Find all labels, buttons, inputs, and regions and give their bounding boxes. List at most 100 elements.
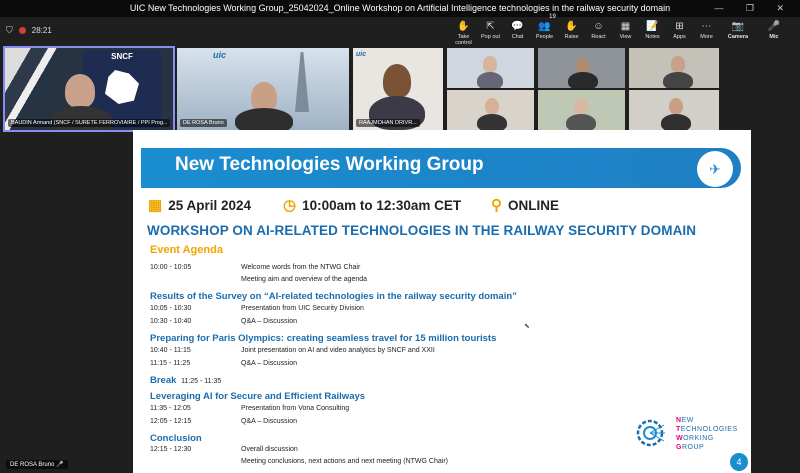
window-controls[interactable]: — ❐ ✕	[714, 0, 794, 17]
agenda-desc: Q&A – Discussion	[241, 318, 298, 325]
agenda-desc: Overall discussion	[241, 446, 298, 453]
react-icon: ☺	[593, 21, 604, 32]
participant-body	[477, 114, 507, 130]
agenda-section-title: Results of the Survey on “AI-related tec…	[150, 291, 517, 302]
participant-tile[interactable]	[447, 90, 534, 130]
participant-body	[661, 114, 691, 130]
toolbar-label: Chat	[511, 34, 524, 40]
participant-tile[interactable]	[629, 48, 719, 88]
presenter-name-tag: DE ROSA Bruno 🎤	[6, 460, 68, 469]
toolbar-label: Camera	[727, 34, 749, 40]
participant-face	[671, 56, 685, 72]
slide-page-number: 4	[730, 453, 748, 471]
agenda-section-title: Leveraging AI for Secure and Efficient R…	[150, 391, 366, 402]
participant-name: DE ROSA Bruno	[180, 119, 227, 127]
window-title: UIC New Technologies Working Group_25042…	[129, 3, 671, 13]
agenda-time: 12:05 - 12:15	[150, 418, 192, 425]
participant-tile[interactable]	[538, 90, 625, 130]
break-time: 11:25 - 11:35	[181, 378, 222, 385]
participant-body	[663, 72, 693, 88]
presenter-name: DE ROSA Bruno	[10, 462, 55, 468]
pop-out-icon: ⇱	[486, 21, 495, 32]
agenda-desc: Presentation from UIC Security Division	[241, 305, 364, 312]
raise-hand-button[interactable]: ✋ Raise	[558, 20, 585, 46]
ntwg-logo: NEW TECHNOLOGIES WORKING GROUP	[633, 414, 743, 454]
agenda-desc: Welcome words from the NTWG Chair	[241, 264, 361, 271]
participant-tile[interactable]	[538, 48, 625, 88]
people-button[interactable]: 👥 People 19	[531, 14, 558, 46]
react-button[interactable]: ☺ React	[585, 20, 612, 46]
slide-banner: New Technologies Working Group ✈	[141, 148, 741, 188]
mic-icon: 🎤	[56, 462, 64, 468]
uic-logo: uic	[213, 50, 227, 60]
toolbar-label: Pop out	[481, 34, 500, 40]
agenda-time: 12:15 - 12:30	[150, 446, 192, 453]
participant-body	[568, 72, 598, 88]
mic-button[interactable]: 🎤 Mic	[756, 20, 792, 46]
agenda-time: 10:40 - 11:15	[150, 347, 191, 354]
agenda-time: 10:30 - 10:40	[150, 318, 192, 325]
participant-body	[477, 72, 503, 88]
toolbar-label: People	[535, 34, 554, 40]
agenda-desc: Joint presentation on AI and video analy…	[241, 347, 435, 354]
apps-button[interactable]: ⊞ Apps	[666, 20, 693, 46]
participant-face	[485, 98, 499, 114]
shared-slide: New Technologies Working Group ✈ ▦ 25 Ap…	[133, 130, 751, 473]
break-row: Break 11:25 - 11:35	[150, 375, 221, 386]
people-icon: 👥	[538, 21, 551, 32]
camera-button[interactable]: 📷 Camera	[720, 20, 756, 46]
agenda-desc: Q&A – Discussion	[241, 418, 298, 425]
agenda-desc: Meeting conclusions, next actions and ne…	[241, 458, 448, 465]
drone-icon: ✈	[697, 151, 733, 187]
event-time-text: 10:00am to 12:30am CET	[302, 197, 462, 213]
participant-tile-raajmohan[interactable]: uic RAAJMOHAN DRIVR...	[353, 48, 443, 130]
event-date: ▦ 25 April 2024	[148, 196, 251, 214]
calendar-icon: ▦	[148, 197, 163, 214]
participant-face	[483, 56, 497, 72]
toolbar-label: Take control	[455, 34, 472, 46]
agenda-time: 10:00 - 10:05	[150, 264, 192, 271]
more-button[interactable]: ⋯ More	[693, 20, 720, 46]
take-control-button[interactable]: ✋ Take control	[450, 20, 477, 46]
agenda-section-title: Preparing for Paris Olympics: creating s…	[150, 333, 497, 344]
participant-face	[574, 98, 588, 114]
toolbar-label: Raise	[564, 34, 579, 40]
participant-tile-derosa[interactable]: uic DE ROSA Bruno	[177, 48, 349, 130]
agenda-desc: Presentation from Vona Consulting	[241, 405, 350, 412]
apps-icon: ⊞	[675, 21, 684, 32]
uic-logo: uic	[356, 51, 367, 58]
pop-out-button[interactable]: ⇱ Pop out	[477, 20, 504, 46]
toolbar-label: View	[619, 34, 632, 40]
location-pin-icon: ⚲	[491, 197, 502, 214]
more-icon: ⋯	[701, 21, 712, 32]
recording-icon	[18, 27, 26, 34]
event-location-text: ONLINE	[508, 197, 560, 213]
participant-body	[235, 108, 293, 130]
chat-button[interactable]: 💬 Chat	[504, 20, 531, 46]
toolbar-label: Apps	[673, 34, 686, 40]
clock-icon: ◷	[283, 197, 297, 214]
view-icon: ▦	[620, 21, 631, 32]
toolbar-buttons: ✋ Take control ⇱ Pop out 💬 Chat 👥 People 19 ✋ Rais…	[450, 14, 792, 46]
view-button[interactable]: ▦ View	[612, 20, 639, 46]
notes-button[interactable]: 📝 Notes	[639, 20, 666, 46]
participant-name: BAUDIN Armand (SNCF / SURETE FERROVIAIRE…	[8, 119, 171, 127]
agenda-section-title: Conclusion	[150, 433, 202, 444]
participant-face	[383, 64, 411, 98]
raise-icon: ✋	[565, 21, 578, 32]
participant-face	[669, 98, 683, 114]
toolbar-label: React	[591, 34, 606, 40]
agenda-desc: Q&A – Discussion	[241, 360, 298, 367]
meeting-toolbar: ⛉ 28:21 ✋ Take control ⇱ Pop out 💬 Chat 👥 Peopl…	[0, 14, 800, 47]
workshop-title: WORKSHOP ON AI-RELATED TECHNOLOGIES IN T…	[147, 223, 697, 238]
mic-icon: 🎤	[767, 21, 781, 32]
gear-circuit-icon	[636, 419, 665, 447]
france-map	[105, 70, 139, 104]
break-label: Break	[150, 375, 177, 386]
agenda-desc: Meeting aim and overview of the agenda	[241, 276, 368, 283]
participant-tile-baudin[interactable]: SNCF BAUDIN Armand (SNCF / SURETE FERROV…	[3, 46, 175, 132]
toolbar-label: Notes	[645, 34, 660, 40]
participant-tile[interactable]	[629, 90, 719, 130]
toolbar-label: More	[700, 34, 713, 40]
participant-tile[interactable]	[447, 48, 534, 88]
